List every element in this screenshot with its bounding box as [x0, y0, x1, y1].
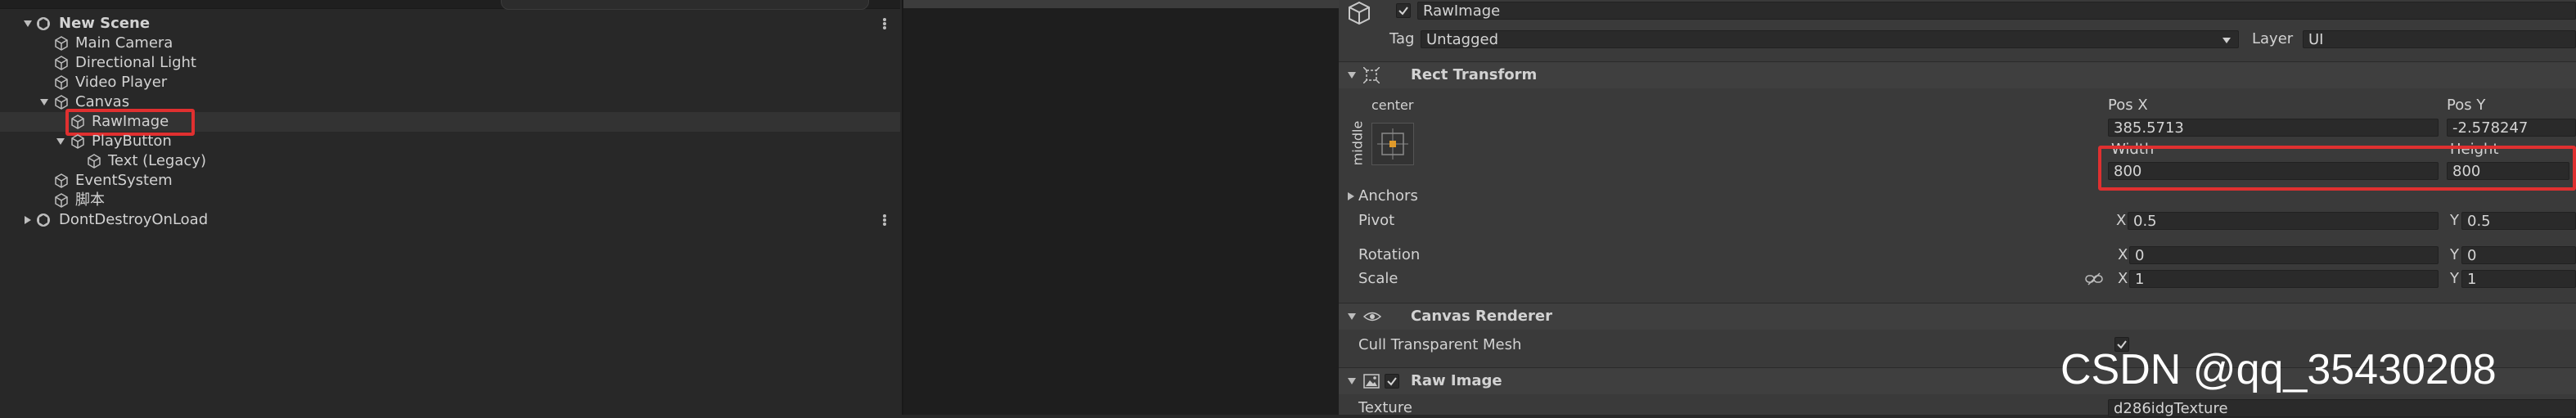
- gameobject-cube-icon: [54, 173, 69, 188]
- gameobject-cube-icon: [87, 154, 101, 169]
- pos-y-field[interactable]: -2.578247: [2447, 119, 2576, 137]
- foldout-arrow-icon[interactable]: [1347, 312, 1357, 321]
- size-highlight-box: [2098, 146, 2576, 191]
- gameobject-cube-icon: [54, 75, 69, 90]
- canvas-renderer-title: Canvas Renderer: [1411, 308, 1552, 325]
- anchor-horizontal-label: center: [1371, 97, 1414, 113]
- game-view-toolbar: [903, 0, 1340, 8]
- gameobject-cube-icon: [54, 95, 69, 110]
- rotation-label: Rotation: [1358, 246, 1421, 263]
- pos-y-label: Pos Y: [2447, 97, 2486, 114]
- scale-y-field[interactable]: 1: [2461, 270, 2576, 288]
- scene-row-new-scene[interactable]: New Scene: [0, 14, 900, 34]
- hierarchy-item-label: 脚本: [75, 191, 105, 209]
- layer-dropdown[interactable]: UI: [2303, 30, 2576, 48]
- hierarchy-item-script[interactable]: 脚本: [0, 191, 900, 210]
- hierarchy-item-eventsystem[interactable]: EventSystem: [0, 171, 900, 191]
- hierarchy-item-label: Text (Legacy): [108, 152, 206, 169]
- more-options-icon[interactable]: [882, 17, 887, 30]
- hierarchy-item-label: EventSystem: [75, 172, 173, 189]
- anchor-presets-button[interactable]: [1371, 123, 1414, 165]
- cull-transparent-mesh-label: Cull Transparent Mesh: [1358, 336, 1522, 353]
- expand-arrow-icon[interactable]: [39, 97, 49, 107]
- scale-x-field[interactable]: 1: [2129, 270, 2439, 288]
- scale-x-label: X: [2118, 270, 2128, 287]
- unity-scene-icon: [36, 16, 51, 31]
- pivot-x-label: X: [2116, 212, 2127, 229]
- hierarchy-item-label: PlayButton: [92, 133, 172, 150]
- rect-transform-header[interactable]: Rect Transform: [1339, 61, 2576, 88]
- foldout-arrow-icon[interactable]: [1347, 376, 1357, 386]
- scene-row-dontdestroyonload[interactable]: DontDestroyOnLoad: [0, 210, 900, 230]
- collapsed-arrow-icon[interactable]: [23, 215, 33, 225]
- anchor-vertical-label: middle: [1349, 120, 1366, 166]
- raw-image-title: Raw Image: [1411, 372, 1502, 389]
- pivot-y-field[interactable]: 0.5: [2461, 212, 2576, 230]
- collapsed-arrow-icon[interactable]: [1347, 191, 1355, 201]
- rotation-x-label: X: [2118, 246, 2128, 263]
- expand-arrow-icon[interactable]: [56, 137, 65, 146]
- hierarchy-item-playbutton[interactable]: PlayButton: [0, 132, 900, 151]
- pivot-y-label: Y: [2450, 212, 2459, 229]
- pivot-label: Pivot: [1358, 212, 1395, 229]
- rotation-y-field[interactable]: 0: [2461, 246, 2576, 264]
- tag-dropdown[interactable]: Untagged: [1421, 30, 2239, 48]
- rect-transform-title: Rect Transform: [1411, 66, 1538, 83]
- layer-label: Layer: [2252, 30, 2294, 47]
- unity-scene-icon: [36, 213, 51, 227]
- layer-value: UI: [2308, 31, 2324, 48]
- expand-arrow-icon[interactable]: [23, 19, 33, 29]
- hierarchy-panel: New Scene Main Camera Directional Light …: [0, 0, 900, 415]
- anchors-label[interactable]: Anchors: [1358, 187, 1418, 205]
- gameobject-cube-icon: [1347, 1, 1371, 25]
- foldout-arrow-icon[interactable]: [1347, 70, 1357, 80]
- hierarchy-toolbar: [0, 0, 900, 10]
- pivot-x-field[interactable]: 0.5: [2128, 212, 2439, 230]
- hierarchy-item-video-player[interactable]: Video Player: [0, 73, 900, 92]
- hierarchy-item-label: Directional Light: [75, 54, 196, 71]
- hierarchy-search-input[interactable]: [501, 0, 869, 10]
- pos-x-label: Pos X: [2108, 97, 2148, 114]
- constrain-proportions-icon[interactable]: [2085, 272, 2103, 285]
- gameobject-cube-icon: [54, 193, 69, 208]
- hierarchy-item-label: Main Camera: [75, 34, 173, 52]
- scene-name: New Scene: [59, 15, 151, 32]
- active-checkbox[interactable]: [1396, 3, 1411, 18]
- csdn-watermark: CSDN @qq_35430208: [2060, 346, 2497, 393]
- gameobject-cube-icon: [54, 56, 69, 70]
- hierarchy-item-label: Video Player: [75, 74, 168, 91]
- image-icon: [1363, 374, 1380, 389]
- more-options-icon[interactable]: [882, 213, 887, 227]
- scale-label: Scale: [1358, 270, 1398, 287]
- scene-name: DontDestroyOnLoad: [59, 211, 209, 228]
- gameobject-cube-icon: [54, 36, 69, 51]
- canvas-renderer-header[interactable]: Canvas Renderer: [1339, 303, 2576, 330]
- rect-transform-icon: [1363, 67, 1380, 83]
- scale-y-label: Y: [2450, 270, 2459, 287]
- hierarchy-item-text-legacy[interactable]: Text (Legacy): [0, 151, 900, 171]
- gameobject-cube-icon: [70, 134, 85, 149]
- hierarchy-item-main-camera[interactable]: Main Camera: [0, 34, 900, 53]
- pos-x-field[interactable]: 385.5713: [2108, 119, 2439, 137]
- tag-label: Tag: [1389, 30, 1415, 47]
- rotation-x-field[interactable]: 0: [2129, 246, 2439, 264]
- dropdown-arrow-icon: [2222, 35, 2231, 45]
- eye-icon: [1363, 309, 1381, 324]
- raw-image-enabled-checkbox[interactable]: [1385, 374, 1399, 389]
- rotation-y-label: Y: [2450, 246, 2459, 263]
- game-view-panel[interactable]: [902, 0, 1340, 415]
- tag-value: Untagged: [1426, 31, 1499, 48]
- hierarchy-item-directional-light[interactable]: Directional Light: [0, 53, 900, 73]
- object-name-field[interactable]: RawImage: [1417, 2, 2576, 20]
